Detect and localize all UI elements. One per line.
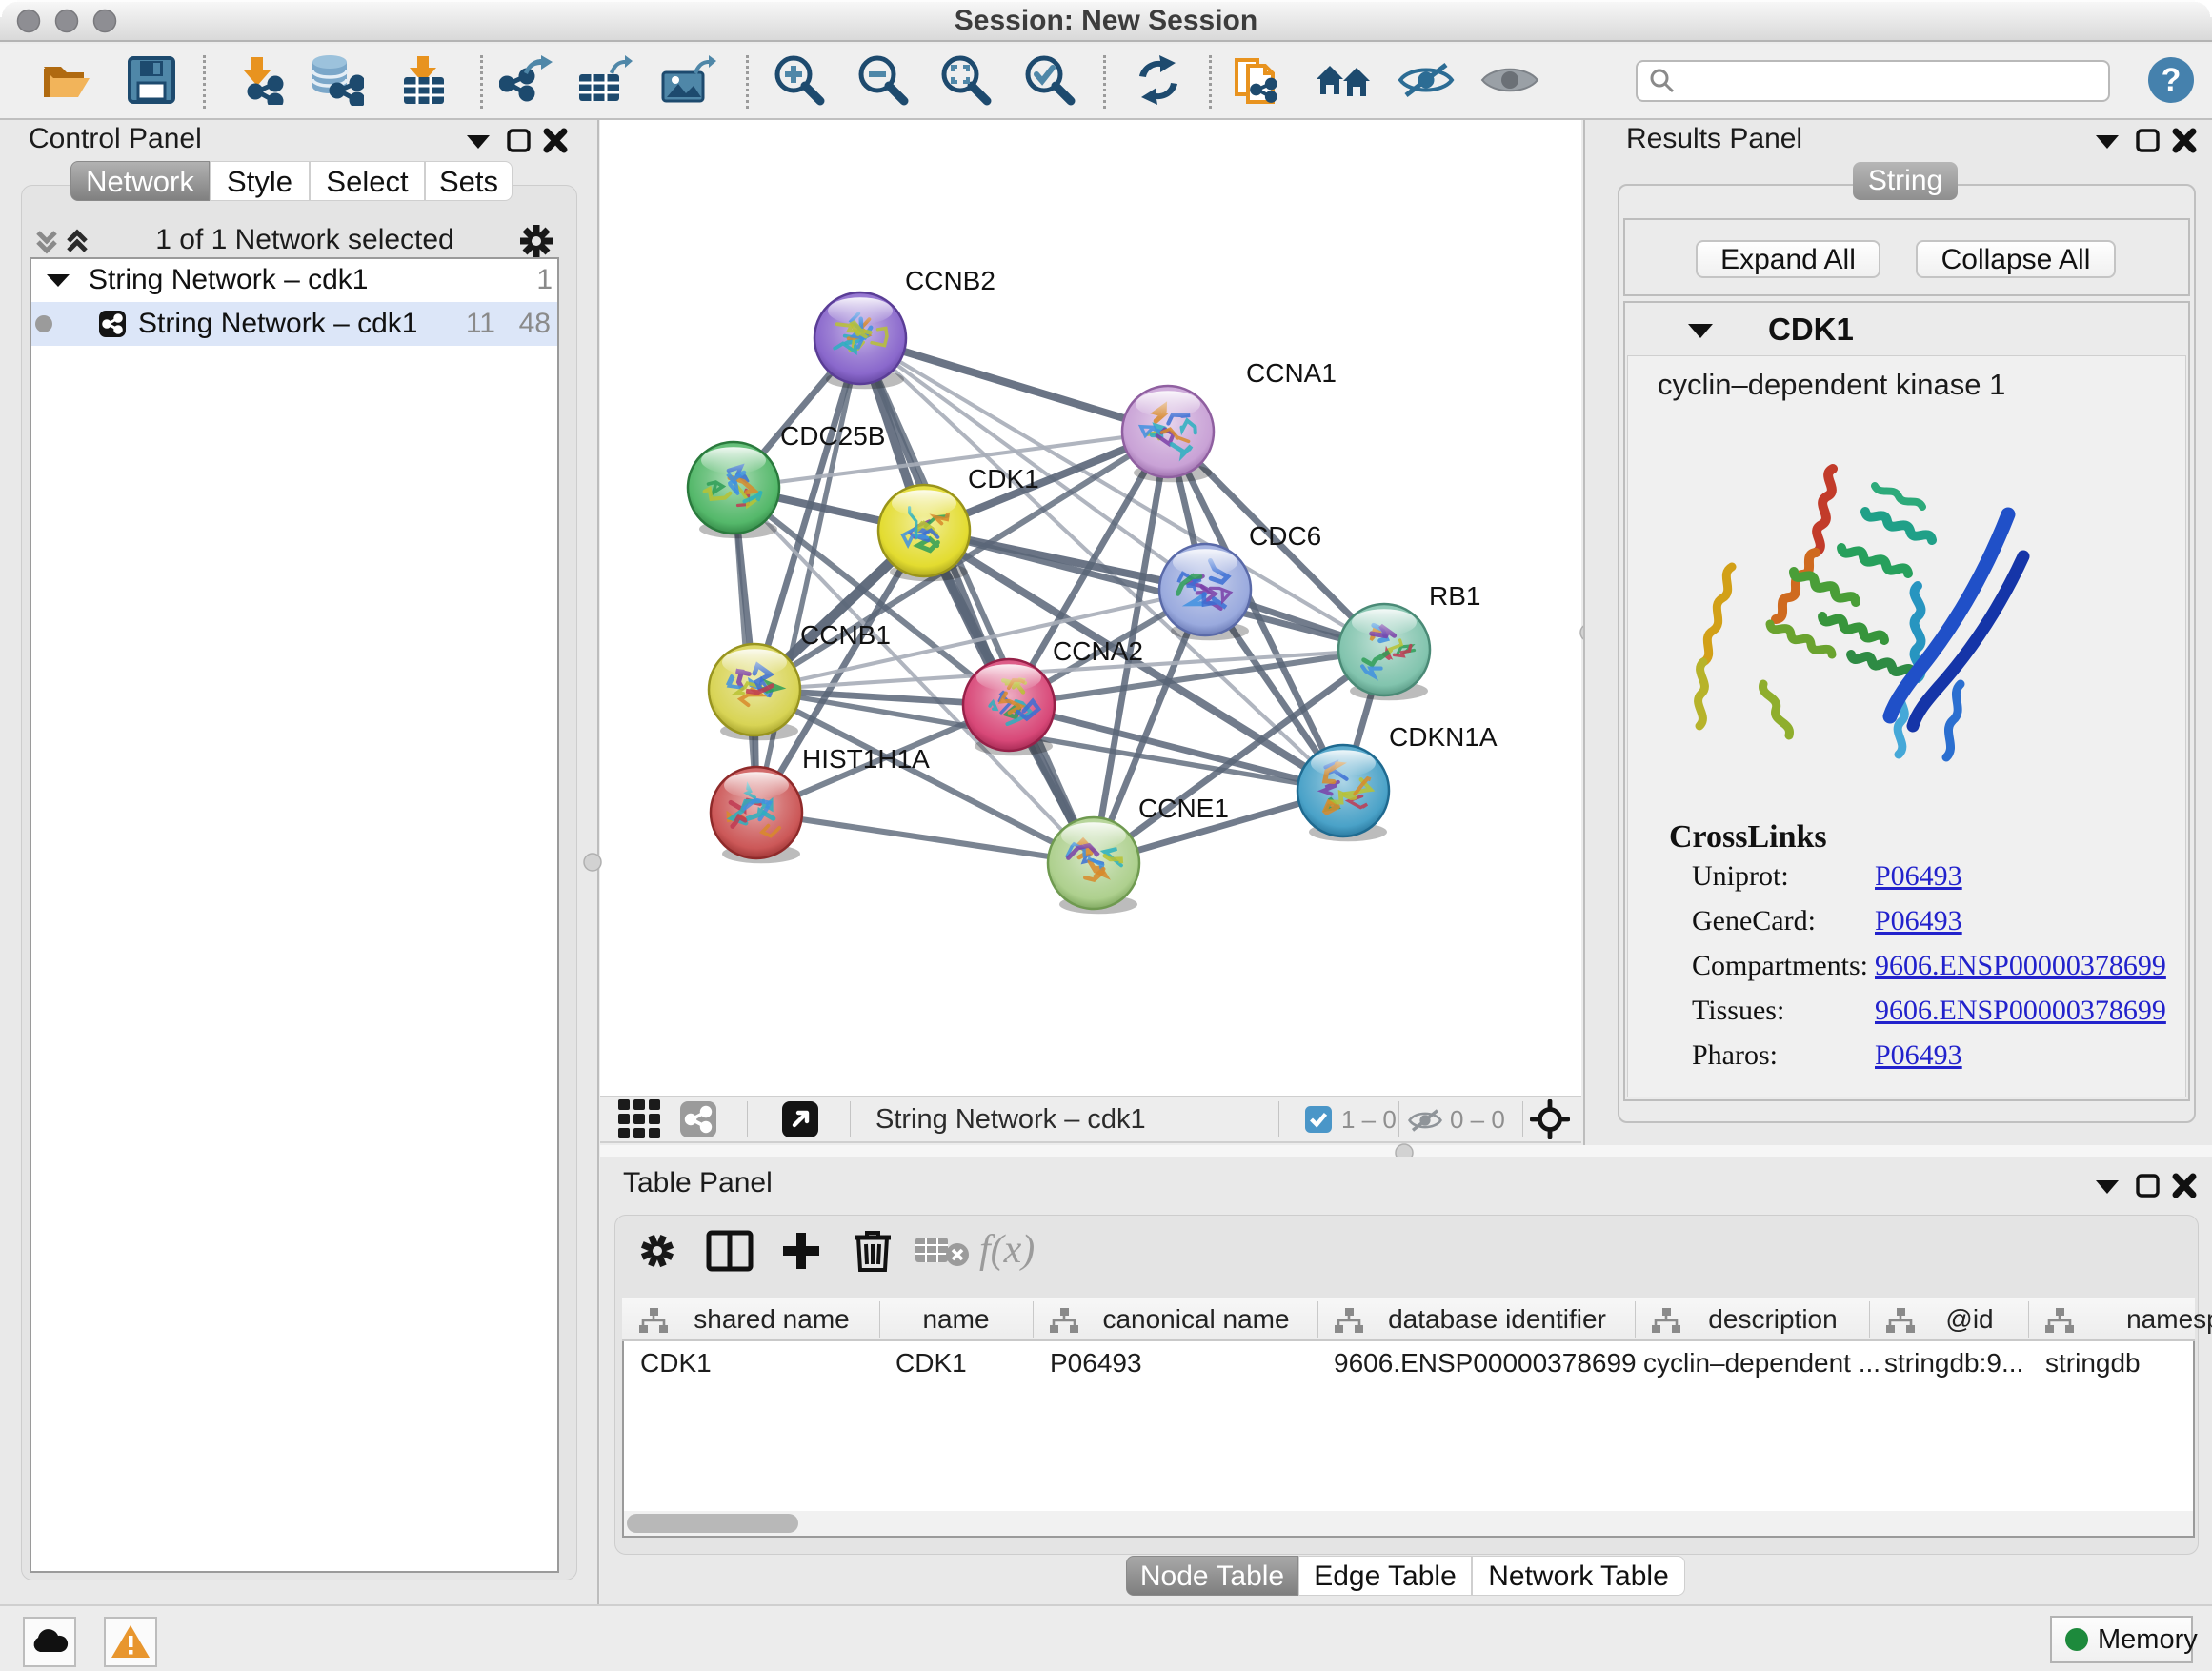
svg-text:CCNB1: CCNB1 xyxy=(800,620,891,650)
svg-text:HIST1H1A: HIST1H1A xyxy=(802,744,930,774)
svg-text:CDC25B: CDC25B xyxy=(780,421,885,451)
svg-text:CDK1: CDK1 xyxy=(968,464,1039,493)
svg-text:CCNB2: CCNB2 xyxy=(905,266,995,295)
svg-text:CCNA2: CCNA2 xyxy=(1053,636,1143,666)
svg-text:CCNA1: CCNA1 xyxy=(1246,358,1337,388)
svg-text:CDKN1A: CDKN1A xyxy=(1389,722,1498,752)
svg-text:?: ? xyxy=(2162,62,2182,98)
svg-text:CCNE1: CCNE1 xyxy=(1138,794,1229,823)
svg-text:RB1: RB1 xyxy=(1429,581,1480,611)
svg-text:CDC6: CDC6 xyxy=(1249,521,1321,551)
